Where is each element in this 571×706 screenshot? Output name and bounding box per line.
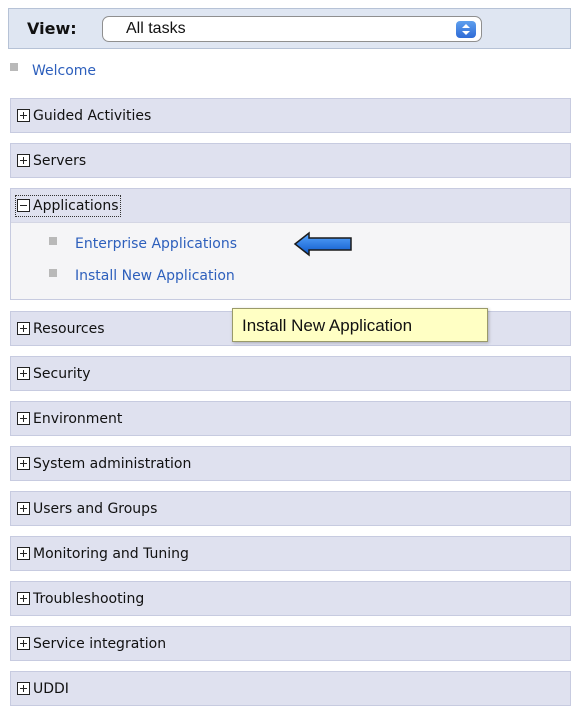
welcome-item[interactable]: Welcome [10, 61, 96, 81]
nav-section-users-and-groups[interactable]: Users and Groups [10, 491, 571, 526]
sub-item-install-new-application[interactable]: Install New Application [49, 268, 235, 284]
plus-box-icon[interactable] [17, 412, 30, 425]
section-title: Applications [33, 197, 119, 214]
sub-item-enterprise-applications[interactable]: Enterprise Applications [49, 236, 237, 252]
section-header[interactable]: Servers [11, 144, 570, 177]
section-header[interactable]: Service integration [11, 627, 570, 660]
section-header[interactable]: Applications [11, 189, 570, 222]
nav-section-servers[interactable]: Servers [10, 143, 571, 178]
section-header[interactable]: Security [11, 357, 570, 390]
section-title: Resources [33, 320, 105, 337]
plus-box-icon[interactable] [17, 592, 30, 605]
focused-section-head[interactable]: Applications [15, 194, 121, 217]
square-bullet-icon [10, 63, 18, 71]
section-title: System administration [33, 455, 192, 472]
section-header[interactable]: UDDI [11, 672, 570, 705]
left-arrow-icon [293, 231, 352, 257]
section-title: Guided Activities [33, 107, 152, 124]
plus-box-icon[interactable] [17, 154, 30, 167]
install-new-application-link[interactable]: Install New Application [75, 268, 235, 284]
plus-box-icon[interactable] [17, 367, 30, 380]
nav-section-service-integration[interactable]: Service integration [10, 626, 571, 661]
select-arrows-icon [456, 21, 476, 38]
plus-box-icon[interactable] [17, 109, 30, 122]
nav-section-system-administration[interactable]: System administration [10, 446, 571, 481]
view-select[interactable]: All tasks [102, 16, 482, 42]
applications-items: Enterprise Applications Install New Appl… [11, 222, 570, 299]
nav-section-guided-activities[interactable]: Guided Activities [10, 98, 571, 133]
nav-section-troubleshooting[interactable]: Troubleshooting [10, 581, 571, 616]
nav-section-security[interactable]: Security [10, 356, 571, 391]
section-header[interactable]: Troubleshooting [11, 582, 570, 615]
enterprise-applications-link[interactable]: Enterprise Applications [75, 236, 237, 252]
section-title: Users and Groups [33, 500, 158, 517]
section-title: Monitoring and Tuning [33, 545, 189, 562]
plus-box-icon[interactable] [17, 547, 30, 560]
view-label: View: [27, 19, 77, 38]
section-header[interactable]: Guided Activities [11, 99, 570, 132]
square-bullet-icon [49, 237, 57, 245]
section-header[interactable]: Environment [11, 402, 570, 435]
section-title: UDDI [33, 680, 69, 697]
square-bullet-icon [49, 269, 57, 277]
nav-section-monitoring-and-tuning[interactable]: Monitoring and Tuning [10, 536, 571, 571]
plus-box-icon[interactable] [17, 322, 30, 335]
view-select-value: All tasks [126, 20, 186, 37]
section-title: Security [33, 365, 91, 382]
plus-box-icon[interactable] [17, 502, 30, 515]
plus-box-icon[interactable] [17, 637, 30, 650]
section-title: Servers [33, 152, 87, 169]
section-title: Troubleshooting [33, 590, 145, 607]
welcome-link[interactable]: Welcome [32, 63, 96, 79]
section-header[interactable]: Users and Groups [11, 492, 570, 525]
section-title: Environment [33, 410, 123, 427]
plus-box-icon[interactable] [17, 457, 30, 470]
nav-section-environment[interactable]: Environment [10, 401, 571, 436]
section-title: Service integration [33, 635, 167, 652]
view-toolbar: View: All tasks [8, 8, 571, 49]
minus-box-icon[interactable] [17, 199, 30, 212]
nav-section-applications[interactable]: Applications Enterprise Applications Ins… [10, 188, 571, 300]
section-header[interactable]: Monitoring and Tuning [11, 537, 570, 570]
plus-box-icon[interactable] [17, 682, 30, 695]
tooltip: Install New Application [232, 308, 488, 342]
section-header[interactable]: System administration [11, 447, 570, 480]
nav-section-uddi[interactable]: UDDI [10, 671, 571, 706]
